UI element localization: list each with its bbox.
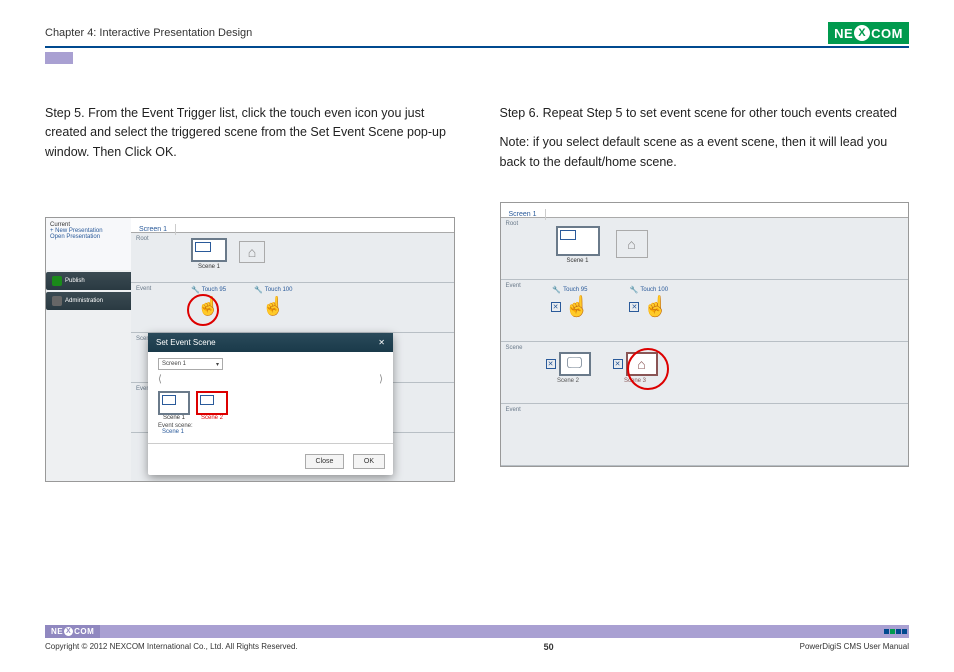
row-event-label: Event: [506, 283, 521, 289]
admin-icon: [52, 296, 62, 306]
right-column: Step 6. Repeat Step 5 to set event scene…: [500, 104, 910, 482]
footer-text-row: Copyright © 2012 NEXCOM International Co…: [45, 642, 909, 652]
popup-scene1-label: Scene 1: [163, 415, 185, 421]
step6-text: Step 6. Repeat Step 5 to set event scene…: [500, 104, 910, 123]
popup-scene1-thumb[interactable]: Scene 1: [158, 391, 190, 421]
footer-logo: NE X COM: [45, 625, 100, 638]
close-button[interactable]: Close: [305, 454, 345, 469]
page-number: 50: [544, 642, 554, 652]
row-scene: Scene ✕🖵 Scene 2 ✕⌂ Scene 3: [501, 342, 909, 404]
dialog-title: Set Event Scene: [156, 338, 216, 347]
event-scene-readout: Event scene:Scene 1: [158, 423, 383, 435]
row-event-label: Event: [136, 286, 151, 292]
row-event: Event Touch 95 ✕ ☝ Touch 100 ✕ ☝: [501, 280, 909, 342]
dropdown-value: Screen 1: [162, 361, 186, 367]
touch-event-b[interactable]: Touch 100 ✕ ☝: [629, 286, 668, 319]
row-root: Root Scene 1 ⌂: [501, 218, 909, 280]
touch-event-a[interactable]: Touch 95 ✕ ☝: [551, 286, 590, 319]
footer-logo-x: X: [64, 627, 73, 636]
purple-accent-tab: [45, 52, 73, 64]
sidebar-admin-label: Administration: [65, 298, 103, 304]
chapter-title: Chapter 4: Interactive Presentation Desi…: [45, 27, 252, 39]
chevron-down-icon: ▾: [216, 361, 219, 368]
row-event2: Event: [501, 404, 909, 466]
logo-part-left: NE: [834, 26, 853, 41]
set-event-scene-dialog: Set Event Scene ✕ Screen 1▾ ⟨⟩ Scene 1 S…: [148, 333, 393, 475]
footer-bar: NE X COM: [45, 625, 909, 638]
row-event: Event Touch 95 ☝ Touch 100 ☝: [131, 283, 454, 333]
ok-button[interactable]: OK: [353, 454, 385, 469]
touch-a-label: Touch 95: [191, 286, 226, 294]
close-icon[interactable]: ✕: [378, 338, 385, 347]
event-scene-value: Scene 1: [162, 429, 184, 435]
tab-bar: Screen 1: [131, 218, 454, 233]
popup-scene2-label: Scene 2: [201, 415, 223, 421]
sidebar-admin-button[interactable]: Administration: [46, 292, 131, 310]
popup-scene2-thumb[interactable]: Scene 2: [196, 391, 228, 421]
logo-part-right: COM: [871, 26, 903, 41]
row-root-label: Root: [136, 236, 149, 242]
dialog-titlebar: Set Event Scene ✕: [148, 333, 393, 352]
highlight-circle: [187, 294, 219, 326]
screenshot-step5: Current + New Presentation Open Presenta…: [45, 217, 455, 482]
sidebar-publish-label: Publish: [65, 278, 85, 284]
app-sidebar: Current + New Presentation Open Presenta…: [46, 218, 131, 481]
thumb-nav: ⟨⟩: [158, 374, 383, 385]
row-event2-label: Event: [506, 407, 521, 413]
step6-note: Note: if you select default scene as a e…: [500, 133, 910, 172]
step5-text: Step 5. From the Event Trigger list, cli…: [45, 104, 455, 162]
sidebar-open-presentation[interactable]: Open Presentation: [50, 234, 127, 240]
row-scene-label: Scene: [506, 345, 523, 351]
touch-a-label: Touch 95: [552, 286, 587, 294]
root-scene-label: Scene 1: [566, 258, 588, 264]
checkbox-icon[interactable]: ✕: [629, 302, 639, 312]
footer-logo-right: COM: [74, 627, 94, 636]
nav-next-icon[interactable]: ⟩: [379, 374, 383, 385]
home-thumb-icon[interactable]: ⌂: [239, 241, 265, 263]
sidebar-publish-button[interactable]: Publish: [46, 272, 131, 290]
highlight-circle: [627, 348, 669, 390]
tab-bar: Screen 1: [501, 203, 909, 218]
manual-name: PowerDigiS CMS User Manual: [800, 642, 909, 652]
hand-icon: ☝: [565, 294, 590, 319]
hand-icon: ☝: [643, 294, 668, 319]
page-header: Chapter 4: Interactive Presentation Desi…: [45, 22, 909, 48]
row-root-label: Root: [506, 221, 519, 227]
home-thumb-icon[interactable]: ⌂: [616, 230, 648, 258]
nav-prev-icon[interactable]: ⟨: [158, 374, 162, 385]
footer-logo-left: NE: [51, 627, 63, 636]
touch-event-b[interactable]: Touch 100 ☝: [254, 286, 292, 317]
nexcom-logo: NE X COM: [828, 22, 909, 44]
scene-out-2[interactable]: ✕🖵 Scene 2: [546, 352, 591, 384]
root-scene-label: Scene 1: [198, 264, 220, 270]
copyright-text: Copyright © 2012 NEXCOM International Co…: [45, 642, 298, 652]
footer-pips: [884, 629, 909, 634]
checkbox-icon[interactable]: ✕: [551, 302, 561, 312]
left-column: Step 5. From the Event Trigger list, cli…: [45, 104, 455, 482]
hand-icon: ☝: [262, 296, 284, 317]
logo-part-x: X: [854, 25, 870, 41]
root-scene-thumb[interactable]: Scene 1: [556, 226, 600, 264]
sidebar-top-section: Current + New Presentation Open Presenta…: [46, 218, 131, 270]
touch-b-label: Touch 100: [254, 286, 292, 294]
root-scene-thumb[interactable]: Scene 1: [191, 238, 227, 270]
scene2-label: Scene 2: [557, 378, 579, 384]
publish-icon: [52, 276, 62, 286]
scene-thumbs-list: Scene 1 Scene 2: [158, 391, 383, 421]
row-root: Root Scene 1 ⌂: [131, 233, 454, 283]
checkbox-icon[interactable]: ✕: [613, 359, 623, 369]
screenshot-step6: Screen 1 Root Scene 1 ⌂ Event Touch 95 ✕…: [500, 202, 910, 467]
screen-dropdown[interactable]: Screen 1 ▾: [158, 358, 223, 370]
touch-b-label: Touch 100: [630, 286, 668, 294]
checkbox-icon[interactable]: ✕: [546, 359, 556, 369]
